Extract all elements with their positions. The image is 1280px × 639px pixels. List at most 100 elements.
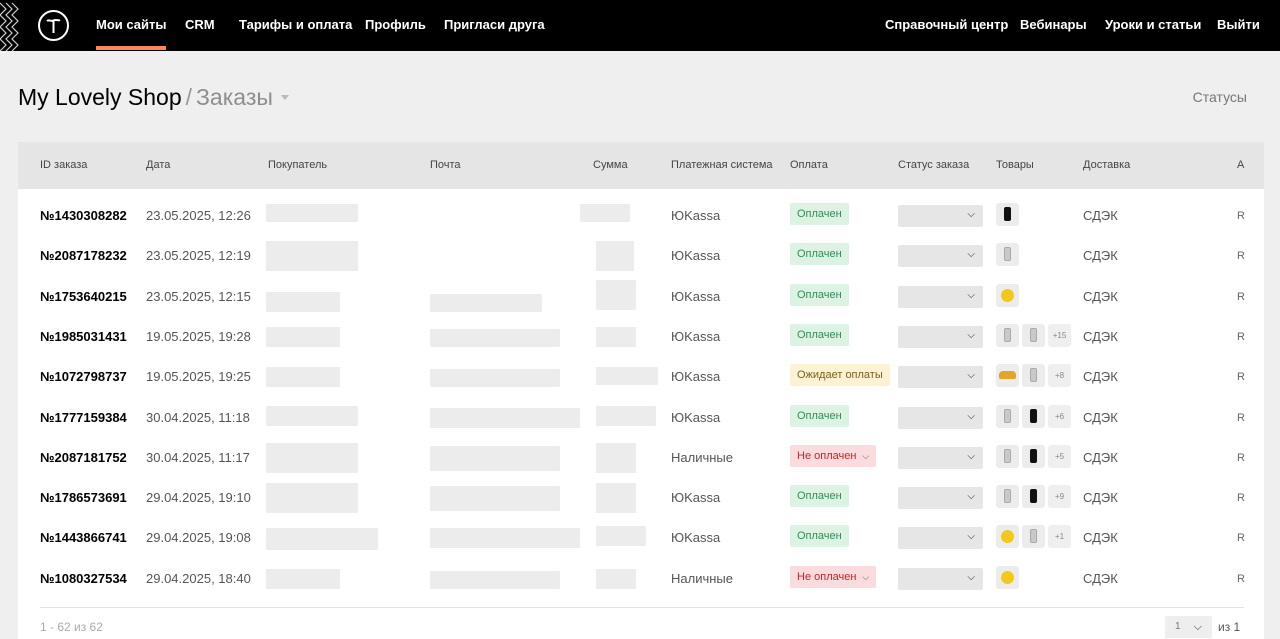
table-row[interactable]: №2087181752 30.04.2025, 11:17 Наличные Не о… (18, 438, 1264, 478)
item-thumbnail[interactable] (1022, 444, 1045, 468)
order-id[interactable]: №2087181752 (40, 450, 127, 465)
item-thumbnail[interactable] (996, 404, 1019, 428)
phone-grey-image (1004, 489, 1011, 504)
nav-profile[interactable]: Профиль (365, 17, 426, 32)
chevron-down-icon: ⌵ (1193, 621, 1202, 633)
table-row[interactable]: №1777159384 30.04.2025, 11:18 ЮKassa Оплаче… (18, 398, 1264, 438)
payment-status-label: Оплачен (797, 248, 842, 261)
order-status-select[interactable]: ⌵ (898, 487, 983, 510)
redacted-data (596, 526, 646, 547)
order-status-select[interactable]: ⌵ (898, 567, 983, 590)
table-row[interactable]: №1443866741 29.04.2025, 19:08 ЮKassa Оплаче… (18, 518, 1264, 558)
item-thumbnail[interactable] (1022, 323, 1045, 347)
item-thumbnail[interactable] (1022, 364, 1045, 388)
order-id[interactable]: №1443866741 (40, 530, 127, 545)
item-thumbnail[interactable] (996, 323, 1019, 347)
nav-webinars[interactable]: Вебинары (1020, 17, 1087, 32)
table-header: ID заказа Дата Покупатель Почта Сумма Пл… (18, 142, 1264, 189)
order-status-select[interactable]: ⌵ (898, 245, 983, 268)
item-thumbnail[interactable] (996, 565, 1019, 589)
item-thumbnail[interactable] (996, 243, 1019, 267)
nav-logout[interactable]: Выйти (1217, 17, 1260, 32)
more-items-count[interactable]: +15 (1048, 323, 1071, 347)
payment-system: ЮKassa (671, 490, 721, 506)
redacted-data (266, 483, 358, 514)
more-items-count[interactable]: +6 (1048, 404, 1071, 428)
truncated-column: R (1237, 411, 1245, 424)
order-id[interactable]: №1786573691 (40, 490, 127, 505)
table-row[interactable]: №1072798737 19.05.2025, 19:25 ЮKassa Ожидае… (18, 357, 1264, 397)
more-items-count[interactable]: +9 (1048, 485, 1071, 509)
delivery: СДЭК (1083, 248, 1118, 264)
redacted-data (266, 367, 340, 388)
order-status-select[interactable]: ⌵ (898, 285, 983, 308)
payment-status-label: Не оплачен (797, 449, 857, 462)
redacted-data (266, 326, 340, 347)
payment-status-badge[interactable]: Не оплачен ⌵ (790, 444, 877, 467)
yellow-ball-image (1001, 570, 1014, 584)
nav-tariffs[interactable]: Тарифы и оплата (239, 17, 352, 32)
header-delivery: Доставка (1083, 159, 1131, 171)
header-payment-system: Платежная система (671, 159, 773, 171)
table-row[interactable]: №1430308282 23.05.2025, 12:26 ЮKassa Оплаче… (18, 196, 1264, 236)
table-row[interactable]: №1753640215 23.05.2025, 12:15 ЮKassa Оплаче… (18, 277, 1264, 317)
order-id[interactable]: №1072798737 (40, 369, 127, 384)
order-status-select[interactable]: ⌵ (898, 366, 983, 389)
item-thumbnail[interactable] (996, 283, 1019, 307)
order-id[interactable]: №1430308282 (40, 208, 127, 223)
order-date: 19.05.2025, 19:28 (146, 328, 251, 344)
nav-invite-friend[interactable]: Пригласи друга (444, 17, 545, 32)
item-thumbnail[interactable] (1022, 404, 1045, 428)
more-items-count[interactable]: +8 (1048, 364, 1071, 388)
more-items-count[interactable]: +1 (1048, 525, 1071, 549)
payment-status-badge[interactable]: Не оплачен ⌵ (790, 565, 877, 588)
table-row[interactable]: №1786573691 29.04.2025, 19:10 ЮKassa Оплаче… (18, 478, 1264, 518)
redacted-data (596, 241, 634, 272)
item-thumbnail[interactable] (996, 444, 1019, 468)
item-thumbnail[interactable] (1022, 525, 1045, 549)
redacted-data (266, 204, 358, 222)
tilda-logo[interactable] (38, 10, 69, 41)
nav-crm[interactable]: CRM (185, 17, 215, 32)
payment-system: Наличные (671, 449, 733, 465)
item-thumbnail[interactable] (1022, 485, 1045, 509)
order-status-select[interactable]: ⌵ (898, 446, 983, 469)
item-thumbnail[interactable] (996, 525, 1019, 549)
caret-down-icon[interactable] (281, 95, 289, 100)
breadcrumb-shop[interactable]: My Lovely Shop (18, 84, 182, 110)
page-select[interactable]: 1 ⌵ (1165, 616, 1212, 638)
payment-status-label: Оплачен (797, 530, 842, 543)
truncated-column: R (1237, 250, 1245, 263)
redacted-data (430, 570, 560, 589)
more-items-count[interactable]: +5 (1048, 444, 1071, 468)
nav-lessons[interactable]: Уроки и статьи (1105, 17, 1201, 32)
statuses-link[interactable]: Статусы (1193, 89, 1247, 105)
order-id[interactable]: №2087178232 (40, 248, 127, 263)
payment-system: ЮKassa (671, 208, 721, 223)
order-status-select[interactable]: ⌵ (898, 205, 983, 227)
table-row[interactable]: №1080327534 29.04.2025, 18:40 Наличные Не о… (18, 559, 1264, 599)
payment-status-label: Оплачен (797, 328, 842, 341)
nav-help-center[interactable]: Справочный центр (885, 17, 1008, 32)
breadcrumb-separator: / (185, 84, 193, 110)
nav-my-sites[interactable]: Мои сайты (96, 17, 167, 50)
table-row[interactable]: №2087178232 23.05.2025, 12:19 ЮKassa Оплаче… (18, 236, 1264, 276)
breadcrumb-page[interactable]: Заказы (196, 84, 273, 110)
payment-status-badge: Ожидает оплаты (790, 364, 890, 387)
item-thumbnail[interactable] (996, 485, 1019, 509)
order-id[interactable]: №1080327534 (40, 571, 127, 586)
order-status-select[interactable]: ⌵ (898, 527, 983, 550)
order-id[interactable]: №1753640215 (40, 289, 127, 304)
header-customer: Покупатель (268, 159, 328, 171)
item-thumbnail[interactable] (996, 203, 1019, 226)
table-row[interactable]: №1985031431 19.05.2025, 19:28 ЮKassa Оплаче… (18, 317, 1264, 357)
item-thumbnail[interactable] (996, 364, 1019, 388)
redacted-data (596, 483, 636, 514)
results-count: 1 - 62 из 62 (40, 620, 103, 634)
order-status-select[interactable]: ⌵ (898, 406, 983, 429)
payment-system: ЮKassa (671, 409, 721, 425)
order-id[interactable]: №1985031431 (40, 329, 127, 344)
order-date: 23.05.2025, 12:26 (146, 208, 251, 223)
order-status-select[interactable]: ⌵ (898, 325, 983, 348)
order-id[interactable]: №1777159384 (40, 410, 127, 425)
